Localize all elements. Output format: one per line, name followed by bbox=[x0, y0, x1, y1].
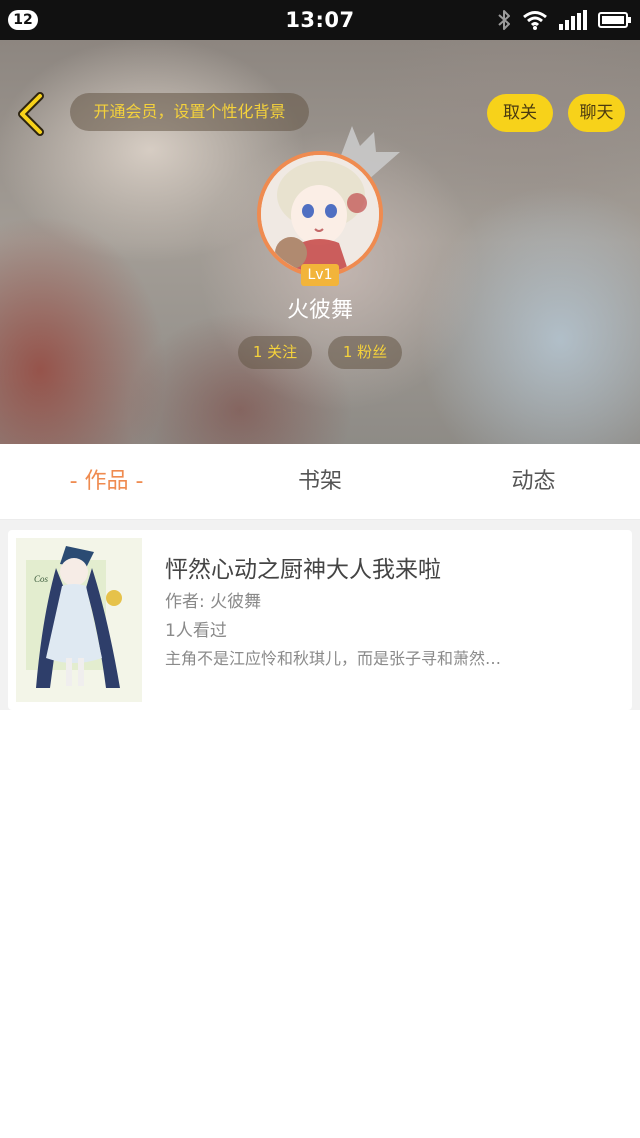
tab-works[interactable]: - 作品 - bbox=[0, 444, 213, 520]
book-cover: Cos bbox=[16, 538, 142, 702]
username: 火彼舞 bbox=[286, 298, 353, 323]
svg-text:Cos: Cos bbox=[34, 574, 49, 584]
avatar-container[interactable] bbox=[257, 151, 383, 277]
vip-background-prompt[interactable]: 开通会员，设置个性化背景 bbox=[70, 93, 309, 131]
tab-activity[interactable]: 动态 bbox=[427, 444, 640, 520]
avatar bbox=[257, 151, 383, 277]
works-list: Cos 怦然心动之厨神大人我来啦 作者: 火彼舞 1人看过 主角不是江应怜和秋琪… bbox=[0, 520, 640, 710]
wifi-icon bbox=[523, 11, 547, 30]
bluetooth-icon bbox=[498, 10, 510, 30]
unfollow-button[interactable]: 取关 bbox=[487, 94, 553, 132]
signal-icon bbox=[559, 10, 587, 30]
fans-count[interactable]: 1 粉丝 bbox=[328, 336, 402, 369]
profile-screen: 12 13:07 开通会员，设置个性化背景 取关 聊天 Lv1 火彼舞 1 关注… bbox=[0, 0, 640, 1138]
following-count[interactable]: 1 关注 bbox=[238, 336, 312, 369]
list-item[interactable]: Cos 怦然心动之厨神大人我来啦 作者: 火彼舞 1人看过 主角不是江应怜和秋琪… bbox=[8, 530, 632, 710]
book-views: 1人看过 bbox=[165, 621, 227, 641]
status-icons bbox=[496, 9, 632, 31]
avatar-illustration bbox=[261, 155, 379, 273]
book-title: 怦然心动之厨神大人我来啦 bbox=[165, 557, 441, 583]
level-badge: Lv1 bbox=[301, 264, 339, 286]
book-author: 作者: 火彼舞 bbox=[165, 592, 262, 612]
book-summary: 主角不是江应怜和秋琪儿，而是张子寻和萧然… bbox=[165, 649, 502, 668]
chevron-left-icon bbox=[18, 92, 44, 136]
back-button[interactable] bbox=[12, 92, 52, 136]
chat-button[interactable]: 聊天 bbox=[568, 94, 625, 132]
empty-content-area bbox=[0, 710, 640, 1138]
battery-icon bbox=[598, 12, 631, 28]
status-bar: 12 13:07 bbox=[0, 0, 640, 40]
profile-tabs: - 作品 - 书架 动态 bbox=[0, 444, 640, 520]
profile-header: 开通会员，设置个性化背景 取关 聊天 Lv1 火彼舞 1 关注 1 粉丝 bbox=[0, 40, 640, 444]
book-cover-illustration: Cos bbox=[16, 538, 142, 702]
tab-bookshelf[interactable]: 书架 bbox=[213, 444, 427, 520]
